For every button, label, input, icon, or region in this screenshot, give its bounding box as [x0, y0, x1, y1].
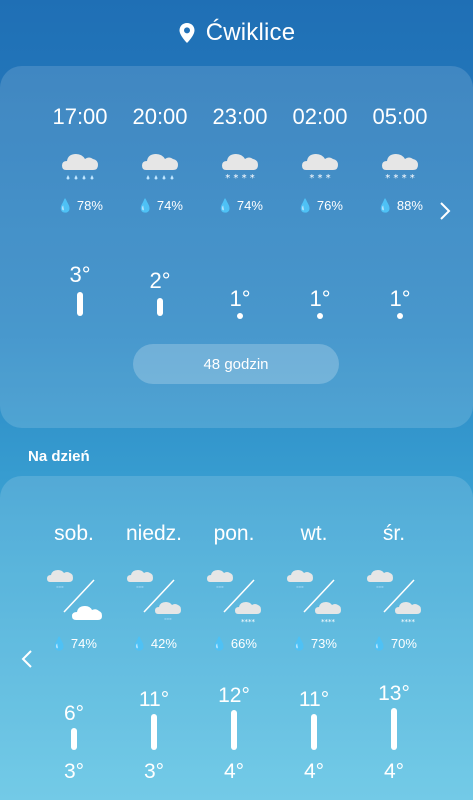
hour-temperature: 1° [229, 286, 251, 311]
temperature-bar [71, 728, 77, 750]
svg-text:'''': '''' [376, 585, 384, 593]
rain-cloud-icon [142, 154, 178, 180]
day-max-temperature: 11° [138, 688, 170, 711]
chevron-left-icon[interactable] [20, 648, 34, 670]
location-header[interactable]: Ćwiklice [0, 0, 473, 66]
day-name: sob. [54, 522, 94, 545]
daily-item: wt. '''' **** 💧 73% 11° 4° [274, 476, 354, 800]
water-drop-icon: 💧 [217, 198, 234, 213]
daily-section-title: Na dzień [28, 448, 90, 465]
svg-text:* * * *: * * * * [225, 173, 255, 184]
day-min-temperature: 3° [63, 760, 85, 783]
hour-time: 20:00 [132, 104, 188, 129]
day-humidity: 70% [390, 636, 417, 651]
daily-item: niedz. '''' '''' 💧 42% 11° 3° [114, 476, 194, 800]
day-name: pon. [213, 522, 255, 545]
water-drop-icon: 💧 [297, 198, 314, 213]
svg-text:* * *: * * * [309, 173, 330, 184]
location-name: Ćwiklice [205, 19, 296, 46]
water-drop-icon: 💧 [57, 198, 74, 213]
daily-forecast-card[interactable]: sob. '''' 💧 74% 6° 3° niedz. '''' '''' 💧… [0, 476, 473, 800]
water-drop-icon: 💧 [51, 636, 68, 651]
temperature-bar [231, 710, 237, 750]
hour-temperature: 3° [69, 262, 91, 287]
svg-text:'''': '''' [296, 585, 304, 593]
rain-to-snow-icon: '''' **** [207, 570, 261, 626]
day-humidity: 74% [70, 636, 97, 651]
hour-temperature: 1° [309, 286, 331, 311]
day-max-temperature: 13° [378, 682, 410, 705]
snow-cloud-icon: * * * * [382, 154, 418, 184]
day-name: niedz. [125, 522, 183, 545]
rain-to-cloud-icon: '''' [47, 570, 102, 620]
day-name: wt. [300, 522, 328, 545]
day-max-temperature: 12° [218, 684, 250, 707]
hour-humidity: 76% [316, 198, 343, 213]
water-drop-outline-icon: 💧 [131, 636, 148, 651]
svg-text:****: **** [401, 618, 416, 626]
hour-humidity: 88% [396, 198, 423, 213]
hour-humidity: 74% [156, 198, 183, 213]
48-hours-button[interactable]: 48 godzin [133, 344, 339, 384]
day-min-temperature: 4° [303, 760, 325, 783]
hour-humidity: 74% [236, 198, 263, 213]
temperature-bar [237, 313, 243, 319]
map-pin-icon [179, 23, 195, 43]
svg-text:'''': '''' [136, 585, 144, 593]
chevron-right-icon[interactable] [438, 200, 452, 222]
svg-text:****: **** [321, 618, 336, 626]
svg-text:'''': '''' [56, 585, 64, 593]
hourly-item: 05:00 * * * * 💧 88% 1° [360, 66, 440, 428]
svg-text:* * * *: * * * * [385, 173, 415, 184]
day-max-temperature: 6° [63, 702, 85, 725]
rain-to-rain-icon: '''' '''' [127, 570, 181, 625]
temperature-bar [311, 714, 317, 750]
daily-item: śr. '''' **** 💧 70% 13° 4° [354, 476, 434, 800]
water-drop-icon: 💧 [291, 636, 308, 651]
hour-time: 02:00 [292, 104, 348, 129]
day-min-temperature: 3° [143, 760, 165, 783]
water-drop-icon: 💧 [211, 636, 228, 651]
day-max-temperature: 11° [298, 688, 330, 711]
hourly-item: 17:00 💧 78% 3° [40, 66, 120, 428]
rain-cloud-icon [62, 154, 98, 180]
day-humidity: 42% [150, 636, 177, 651]
day-humidity: 73% [310, 636, 337, 651]
svg-text:****: **** [241, 618, 256, 626]
svg-text:'''': '''' [164, 617, 172, 625]
hour-time: 05:00 [372, 104, 428, 129]
snow-cloud-icon: * * * [302, 154, 338, 184]
day-min-temperature: 4° [383, 760, 405, 783]
hourly-forecast-card[interactable]: 17:00 💧 78% 3° 20:00 💧 74% 2° 23:00 * * … [0, 66, 473, 428]
svg-text:'''': '''' [216, 585, 224, 593]
day-name: śr. [382, 522, 406, 545]
temperature-bar [397, 313, 403, 319]
daily-item: pon. '''' **** 💧 66% 12° 4° [194, 476, 274, 800]
hour-time: 23:00 [212, 104, 268, 129]
water-drop-icon: 💧 [377, 198, 394, 213]
hour-temperature: 2° [149, 268, 171, 293]
snow-cloud-icon: * * * * [222, 154, 258, 184]
rain-to-snow-icon: '''' **** [367, 570, 421, 626]
rain-to-snow-icon: '''' **** [287, 570, 341, 626]
hour-time: 17:00 [52, 104, 108, 129]
water-drop-icon: 💧 [371, 636, 388, 651]
temperature-bar [391, 708, 397, 750]
hour-humidity: 78% [76, 198, 103, 213]
temperature-bar [77, 292, 83, 316]
temperature-bar [157, 298, 163, 316]
temperature-bar [317, 313, 323, 319]
daily-item: sob. '''' 💧 74% 6° 3° [34, 476, 114, 800]
hour-temperature: 1° [389, 286, 411, 311]
day-min-temperature: 4° [223, 760, 245, 783]
water-drop-icon: 💧 [137, 198, 154, 213]
day-humidity: 66% [230, 636, 257, 651]
temperature-bar [151, 714, 157, 750]
